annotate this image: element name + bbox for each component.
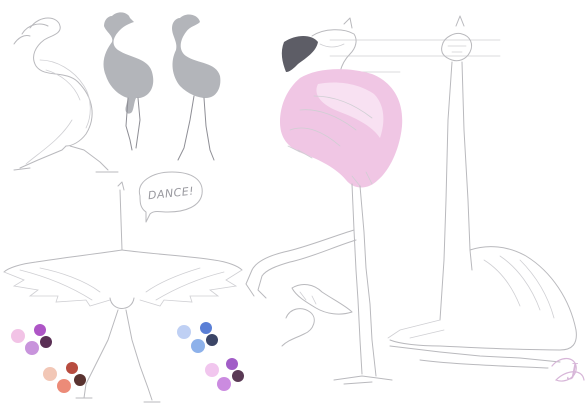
color-swatch xyxy=(66,362,78,374)
palette-top-right xyxy=(177,322,218,353)
flamingo-tall-sketch xyxy=(387,15,577,369)
speech-bubble-text: DANCE! xyxy=(147,185,194,203)
color-swatch xyxy=(205,363,219,377)
signature-text: J xyxy=(566,360,579,381)
sketch-sheet: DANCE! J xyxy=(3,12,585,403)
palette-bottom-left xyxy=(43,362,86,393)
color-swatch xyxy=(43,367,57,381)
color-swatch xyxy=(74,374,86,386)
color-swatch xyxy=(11,329,25,343)
flamingo-beak xyxy=(281,36,318,72)
color-swatch xyxy=(232,370,244,382)
palette-top-left xyxy=(11,324,52,355)
color-swatch xyxy=(34,324,46,336)
flamingo-sketch-standing xyxy=(13,17,119,173)
color-swatch xyxy=(226,358,238,370)
color-swatch xyxy=(57,379,71,393)
color-swatch xyxy=(200,322,212,334)
palette-bottom-right xyxy=(205,358,244,391)
artist-signature: J xyxy=(551,357,585,382)
color-swatch xyxy=(177,325,191,339)
color-palettes xyxy=(11,322,244,393)
color-swatch xyxy=(191,339,205,353)
flamingo-silhouette-1 xyxy=(103,12,154,151)
color-swatch xyxy=(40,336,52,348)
color-swatch xyxy=(217,377,231,391)
color-swatch xyxy=(206,334,218,346)
color-swatch xyxy=(25,341,39,355)
flamingo-silhouette-2 xyxy=(172,14,221,161)
flamingo-head-sketch xyxy=(281,284,353,347)
speech-bubble: DANCE! xyxy=(138,171,203,223)
